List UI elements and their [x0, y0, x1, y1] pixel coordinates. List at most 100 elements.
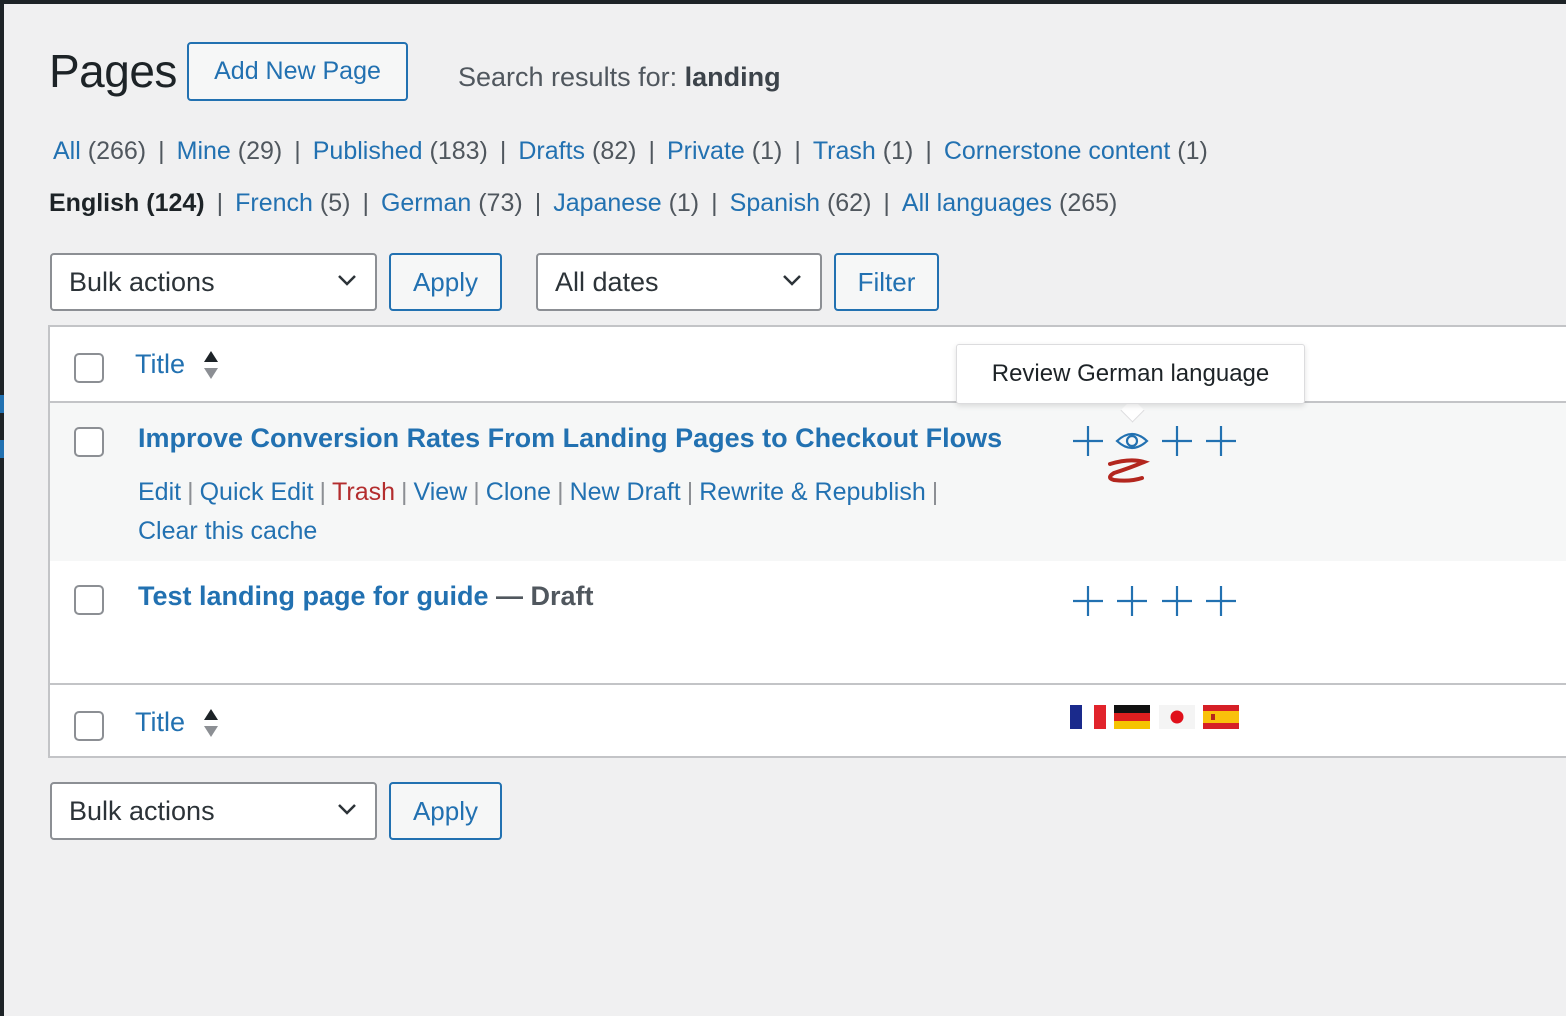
select-value: All dates [555, 266, 659, 297]
count: (82) [592, 137, 637, 165]
separator: | [187, 478, 194, 506]
plus-icon[interactable] [1203, 583, 1239, 619]
filter-japanese[interactable]: Japanese [553, 189, 661, 217]
plus-icon[interactable] [1159, 423, 1195, 459]
separator: | [711, 189, 718, 217]
filter-cornerstone[interactable]: Cornerstone content [944, 137, 1171, 165]
select-value: Bulk actions [69, 266, 215, 297]
plus-icon[interactable] [1203, 423, 1239, 459]
count: (1) [1177, 137, 1208, 165]
column-title-header[interactable]: Title [135, 349, 185, 380]
admin-menu-edge [0, 0, 4, 1016]
dates-select[interactable]: All dates [536, 253, 822, 311]
search-results-label: Search results for: landing [458, 62, 781, 93]
separator: | [294, 137, 301, 165]
filter-spanish[interactable]: Spanish [730, 189, 820, 217]
plus-icon[interactable] [1114, 583, 1150, 619]
apply-button-bottom[interactable]: Apply [389, 782, 502, 840]
plus-icon[interactable] [1070, 423, 1106, 459]
search-prefix: Search results for: [458, 62, 685, 92]
count: (183) [429, 137, 488, 165]
edit-link[interactable]: Edit [138, 478, 181, 506]
plus-icon[interactable] [1070, 583, 1106, 619]
plus-icon[interactable] [1159, 583, 1195, 619]
row-title-link[interactable]: Improve Conversion Rates From Landing Pa… [138, 423, 1002, 454]
japanese-flag-icon [1159, 705, 1195, 729]
filter-all[interactable]: All [53, 137, 81, 165]
filter-all-languages[interactable]: All languages [902, 189, 1052, 217]
separator: | [648, 137, 655, 165]
post-state: — Draft [488, 581, 594, 611]
rewrite-republish-link[interactable]: Rewrite & Republish [699, 478, 926, 506]
count: (1) [751, 137, 783, 165]
row-actions: Edit | Quick Edit | Trash | View | Clone | New Dra… [138, 473, 1038, 551]
german-flag-icon [1114, 705, 1150, 729]
apply-button[interactable]: Apply [389, 253, 502, 311]
select-all-checkbox[interactable] [74, 711, 104, 741]
separator: | [216, 189, 224, 217]
chevron-down-icon [338, 804, 356, 815]
bulk-actions-select-bottom[interactable]: Bulk actions [50, 782, 377, 840]
separator: | [158, 137, 165, 165]
bulk-actions-select[interactable]: Bulk actions [50, 253, 377, 311]
count: (124) [146, 189, 205, 217]
count: (265) [1059, 189, 1118, 217]
filter-german[interactable]: German [381, 189, 471, 217]
new-draft-link[interactable]: New Draft [570, 478, 681, 506]
filter-button[interactable]: Filter [834, 253, 939, 311]
count: (62) [826, 189, 872, 217]
sort-icon[interactable] [202, 707, 220, 739]
view-link[interactable]: View [414, 478, 468, 506]
separator: | [931, 478, 939, 506]
language-tooltip: Review German language [956, 344, 1305, 404]
quick-edit-link[interactable]: Quick Edit [200, 478, 314, 506]
count: (5) [319, 189, 351, 217]
french-flag-icon [1070, 705, 1106, 729]
admin-menu-indicator [0, 440, 4, 458]
row-title-link[interactable]: Test landing page for guide [138, 581, 489, 611]
separator: | [686, 478, 694, 506]
eye-icon[interactable] [1114, 423, 1150, 459]
trash-link[interactable]: Trash [332, 478, 395, 506]
separator: | [883, 189, 890, 217]
count: (73) [478, 189, 523, 217]
count: (1) [668, 189, 700, 217]
separator: | [401, 478, 408, 506]
separator: | [319, 478, 327, 506]
column-title-footer[interactable]: Title [135, 707, 185, 738]
count: (1) [882, 137, 914, 165]
table-footer: Title [50, 683, 1566, 759]
table-header: Title [50, 327, 1566, 403]
separator: | [534, 189, 542, 217]
table-row: Test landing page for guide — Draft [50, 561, 1566, 683]
separator: | [794, 137, 801, 165]
separator: | [925, 137, 932, 165]
row-checkbox[interactable] [74, 427, 104, 457]
clear-cache-link[interactable]: Clear this cache [138, 517, 317, 545]
filter-mine[interactable]: Mine [177, 137, 231, 165]
clone-link[interactable]: Clone [486, 478, 551, 506]
filter-english[interactable]: English (124) [49, 189, 205, 217]
add-new-page-button[interactable]: Add New Page [187, 42, 408, 101]
status-filter-links: All (266) | Mine (29) | Published (183) | Draf… [53, 137, 1208, 166]
pages-table: Title Improve Conversion Rates From Land… [48, 325, 1566, 758]
filter-drafts[interactable]: Drafts [518, 137, 585, 165]
separator: | [473, 478, 480, 506]
filter-trash[interactable]: Trash [813, 137, 876, 165]
filter-label: English [49, 189, 140, 217]
admin-menu-indicator [0, 395, 4, 413]
filter-private[interactable]: Private [667, 137, 745, 165]
language-filter-links: English (124) | French (5) | German (73) | Jap… [49, 189, 1117, 218]
sort-icon[interactable] [202, 349, 220, 381]
filter-published[interactable]: Published [313, 137, 423, 165]
count: (29) [237, 137, 283, 165]
chevron-down-icon [783, 275, 801, 286]
chevron-down-icon [338, 275, 356, 286]
select-all-checkbox[interactable] [74, 353, 104, 383]
row-checkbox[interactable] [74, 585, 104, 615]
filter-french[interactable]: French [235, 189, 313, 217]
window-top-edge [0, 0, 1566, 4]
table-row: Improve Conversion Rates From Landing Pa… [50, 403, 1566, 561]
separator: | [557, 478, 564, 506]
separator: | [499, 137, 507, 165]
